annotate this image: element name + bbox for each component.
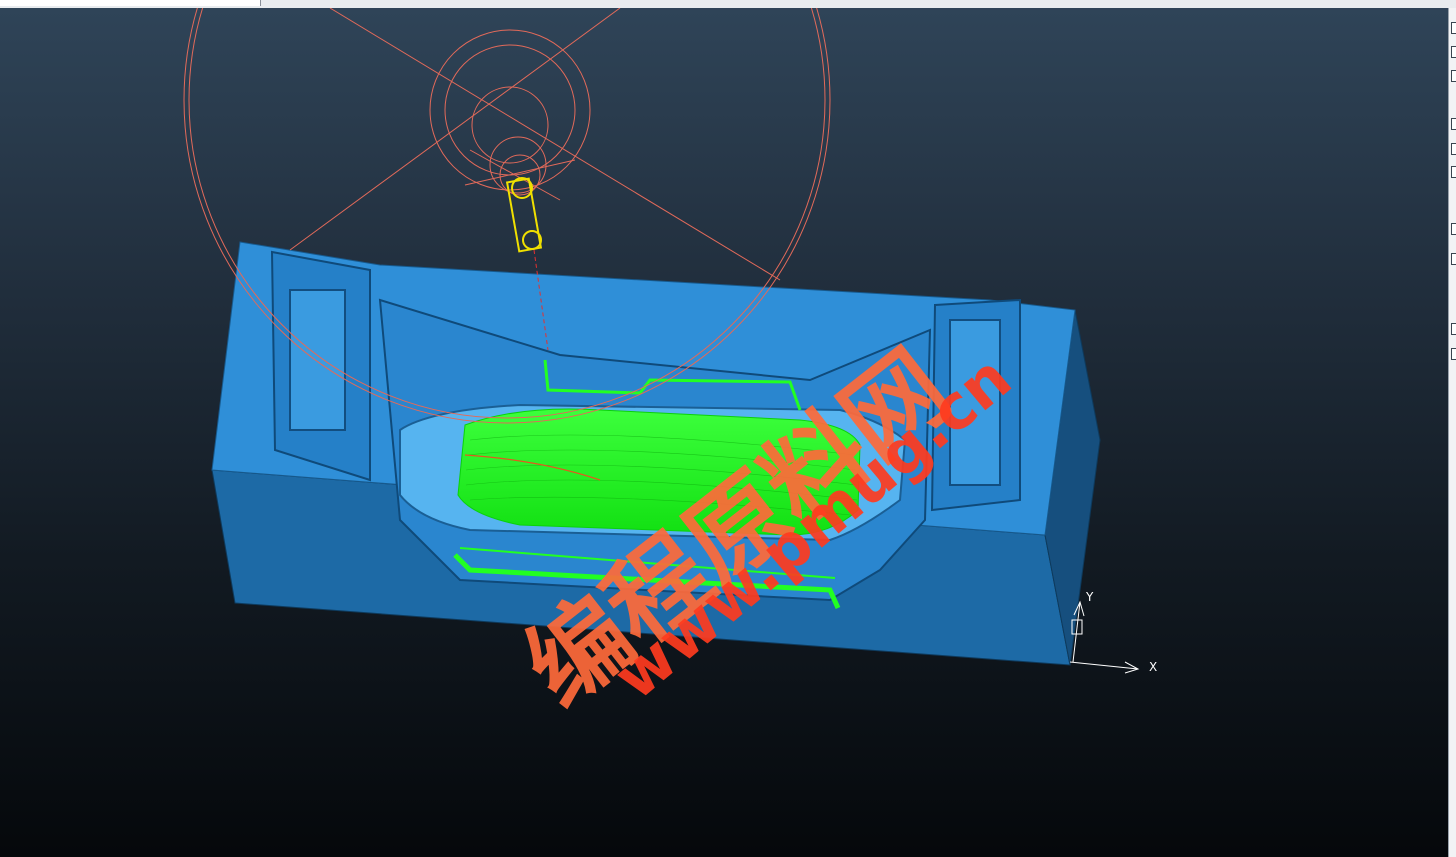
right-panel-strip (1448, 8, 1456, 857)
panel-control[interactable] (1451, 223, 1456, 235)
panel-control[interactable] (1451, 348, 1456, 360)
panel-control[interactable] (1451, 143, 1456, 155)
panel-control[interactable] (1451, 22, 1456, 34)
panel-control[interactable] (1451, 70, 1456, 82)
panel-control[interactable] (1451, 253, 1456, 265)
toolbar-fragment (150, 0, 261, 6)
left-insert (289, 289, 346, 431)
panel-control[interactable] (1451, 118, 1456, 130)
panel-control[interactable] (1451, 323, 1456, 335)
axis-triad-icon (1069, 600, 1140, 674)
graphics-viewport[interactable]: Y X 编程原料网 www.pmug.cn (0, 8, 1448, 857)
toolbar-fragment (0, 0, 151, 6)
axis-y-label: Y (1086, 590, 1094, 604)
axis-x-label: X (1149, 660, 1158, 674)
panel-control[interactable] (1451, 166, 1456, 178)
panel-control[interactable] (1451, 46, 1456, 58)
cam-scene (183, 8, 1140, 674)
